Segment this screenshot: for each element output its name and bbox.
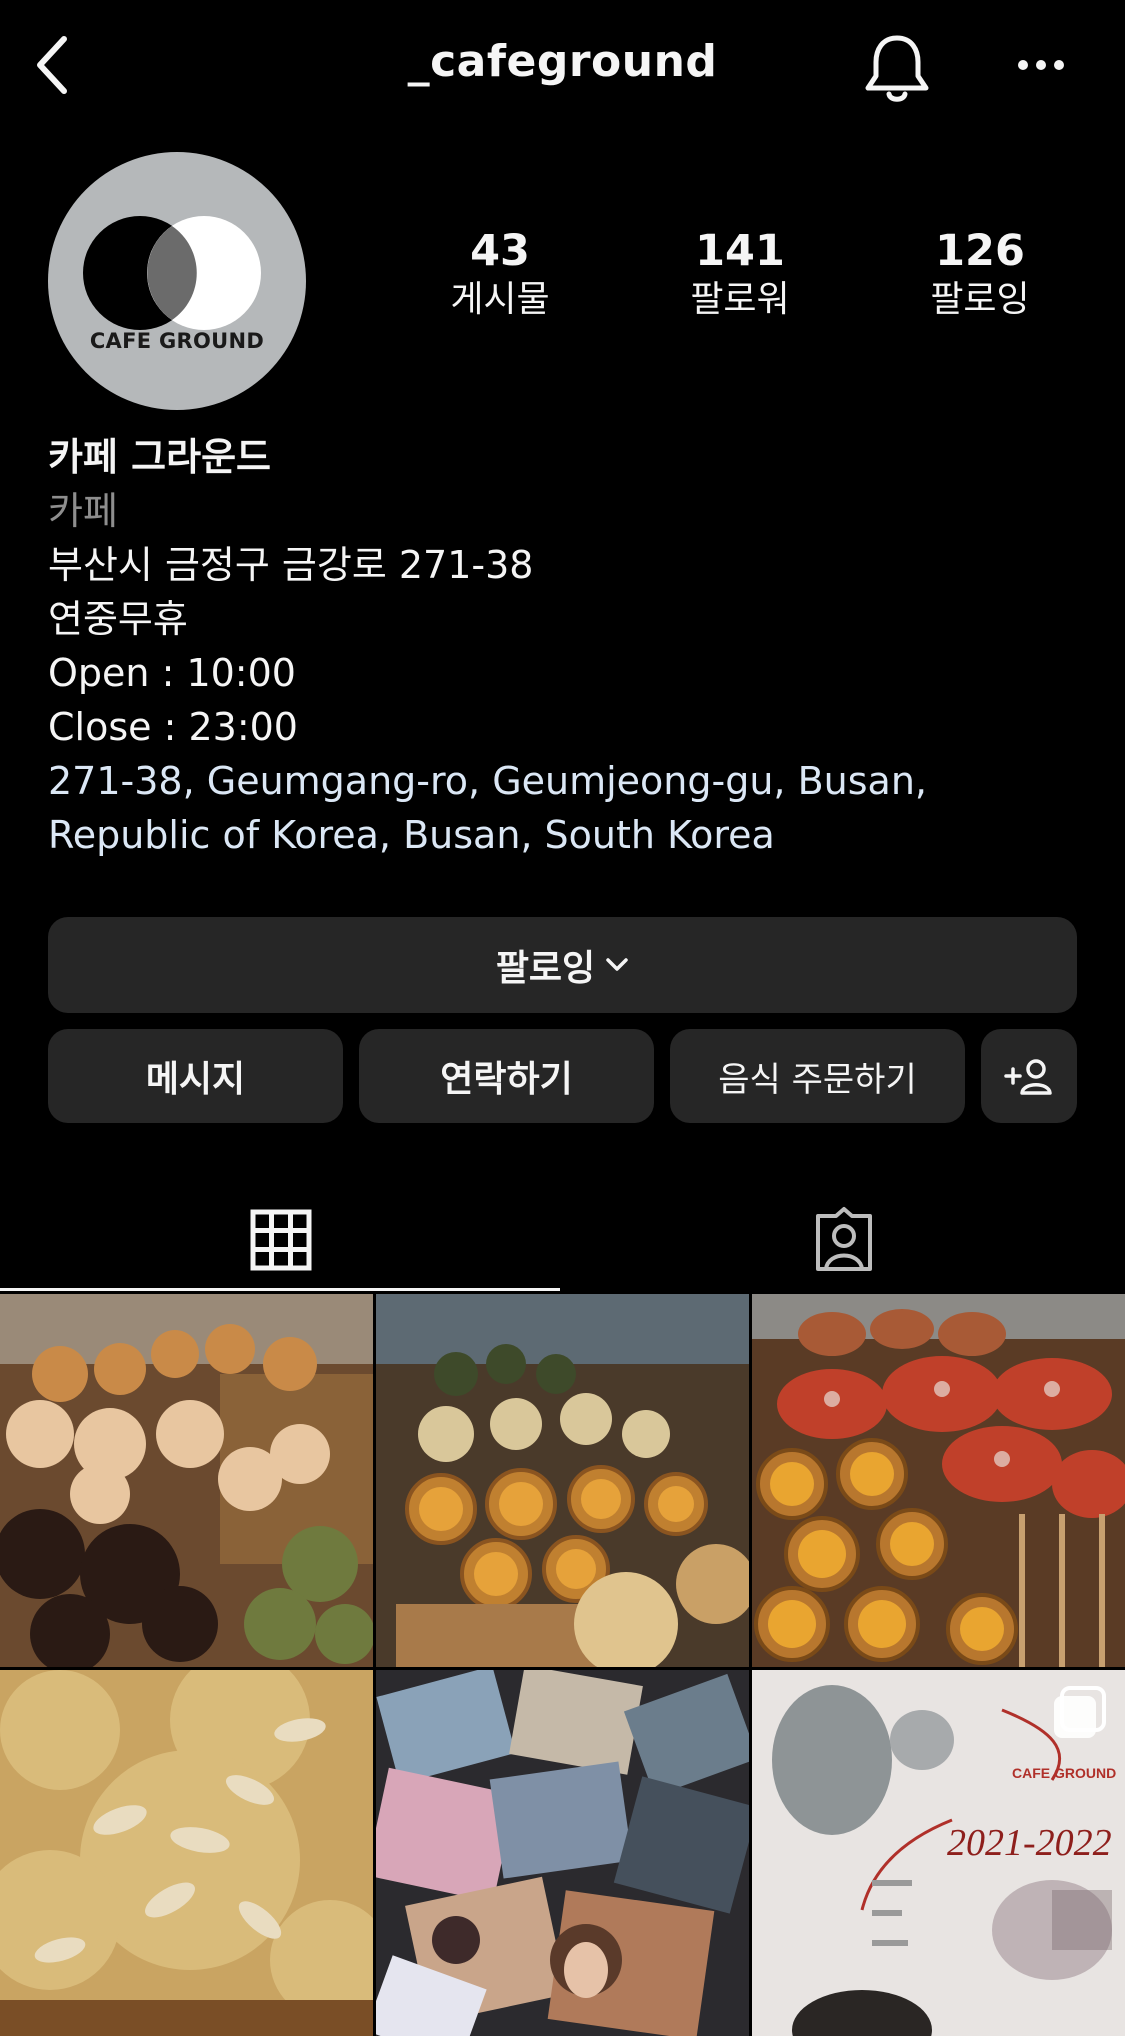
following-button[interactable]: 팔로잉 <box>48 917 1077 1013</box>
profile-username: _cafeground <box>407 36 718 87</box>
tab-active-indicator <box>0 1288 560 1291</box>
tab-tagged[interactable] <box>563 1190 1125 1290</box>
post-tile[interactable] <box>376 1294 749 1667</box>
avatar[interactable]: CAFE GROUND <box>48 152 306 410</box>
post-tile[interactable] <box>0 1294 373 1667</box>
post-image-egg-tarts-scones <box>376 1294 749 1667</box>
post-image-exhibition-poster: CAFE GROUND 2021-2022 <box>752 1670 1125 2036</box>
contact-button[interactable]: 연락하기 <box>359 1029 654 1123</box>
post-image-almond-pastry <box>0 1670 373 2036</box>
post-image-scones-cookies <box>0 1294 373 1667</box>
profile-category: 카페 <box>48 489 118 533</box>
profile-tabs <box>0 1190 1125 1290</box>
message-button-label: 메시지 <box>145 1059 246 1100</box>
cafe-logo-icon <box>83 216 261 330</box>
avatar-logo-text: CAFE GROUND <box>89 329 265 353</box>
stat-following[interactable]: 126 팔로잉 <box>880 225 1080 323</box>
post-tile[interactable]: CAFE GROUND 2021-2022 <box>752 1670 1125 2036</box>
grid-icon <box>250 1209 312 1271</box>
chevron-down-icon <box>605 957 629 973</box>
post-image-strawberry-croissants <box>752 1294 1125 1667</box>
bio-address: 부산시 금정구 금강로 271-38 <box>48 543 534 587</box>
tagged-person-icon <box>816 1207 872 1271</box>
following-button-label: 팔로잉 <box>495 948 596 989</box>
stat-followers[interactable]: 141 팔로워 <box>640 225 840 323</box>
stat-posts[interactable]: 43 게시물 <box>400 225 600 323</box>
message-button[interactable]: 메시지 <box>48 1029 343 1123</box>
poster-title: CAFE GROUND <box>1012 1765 1116 1781</box>
stat-posts-label: 게시물 <box>450 279 550 320</box>
tab-grid[interactable] <box>0 1190 562 1290</box>
bio-holiday: 연중무휴 <box>48 597 188 641</box>
more-options-button[interactable] <box>1010 40 1072 90</box>
location-link-line1[interactable]: 271-38, Geumgang-ro, Geumjeong-gu, Busan… <box>48 754 1088 808</box>
post-tile[interactable] <box>0 1670 373 2036</box>
stat-posts-count: 43 <box>470 226 530 276</box>
bio-open-hours: Open : 10:00 <box>48 651 296 695</box>
order-food-button-label: 음식 주문하기 <box>718 1059 917 1100</box>
post-image-art-cards <box>376 1670 749 2036</box>
profile-name: 카페 그라운드 <box>48 435 271 479</box>
top-bar: _cafeground <box>0 0 1125 135</box>
stat-following-count: 126 <box>935 226 1025 276</box>
more-horizontal-icon <box>1018 60 1064 70</box>
stat-followers-label: 팔로워 <box>690 279 790 320</box>
bio-close-hours: Close : 23:00 <box>48 705 298 749</box>
bell-icon <box>865 35 929 102</box>
post-tile[interactable] <box>752 1294 1125 1667</box>
contact-button-label: 연락하기 <box>440 1059 573 1100</box>
stat-following-label: 팔로잉 <box>930 279 1030 320</box>
location-link-line2[interactable]: Republic of Korea, Busan, South Korea <box>48 808 1088 862</box>
add-person-icon <box>1004 1059 1052 1095</box>
stat-followers-count: 141 <box>695 226 785 276</box>
poster-year: 2021-2022 <box>947 1822 1112 1864</box>
notifications-button[interactable] <box>862 30 932 106</box>
order-food-button[interactable]: 음식 주문하기 <box>670 1029 965 1123</box>
post-tile[interactable] <box>376 1670 749 2036</box>
suggested-users-button[interactable] <box>981 1029 1077 1123</box>
profile-bio: 카페 그라운드 카페 부산시 금정구 금강로 271-38 연중무휴 Open … <box>48 430 1088 862</box>
